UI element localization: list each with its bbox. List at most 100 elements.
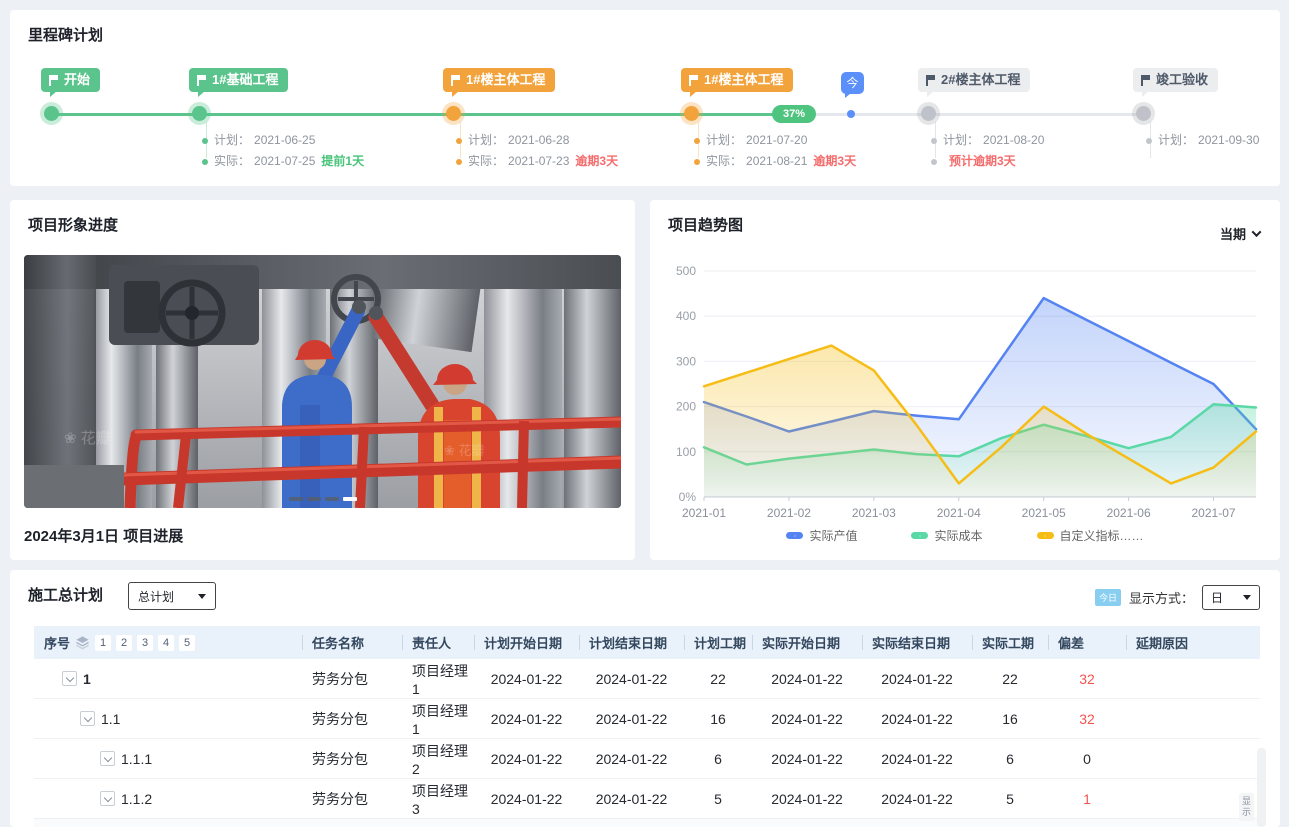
column-actual-days: 实际工期 xyxy=(972,626,1048,659)
level-button-5[interactable]: 5 xyxy=(179,635,195,651)
table-scrollbar[interactable] xyxy=(1257,748,1266,827)
owner-cell: 项目经理1 xyxy=(402,701,474,737)
period-dropdown[interactable]: 当期 xyxy=(1220,224,1260,243)
level-button-4[interactable]: 4 xyxy=(158,635,174,651)
detail-dot xyxy=(694,138,700,144)
milestone-flag-badge[interactable]: 1#楼主体工程 xyxy=(681,68,793,92)
chevron-down-icon xyxy=(1252,227,1262,237)
legend-label: 实际成本 xyxy=(934,527,982,544)
flag-icon xyxy=(49,75,59,86)
svg-text:0%: 0% xyxy=(679,490,697,504)
milestone-details: 计划： 2021-09-30 xyxy=(1146,130,1259,151)
layers-icon xyxy=(75,635,90,650)
trend-chart-canvas: 0%1002003004005002021-012021-022021-0320… xyxy=(660,252,1270,524)
legend-item-actual-output[interactable]: 实际产值 xyxy=(786,527,857,544)
legend-item-actual-cost[interactable]: 实际成本 xyxy=(911,527,982,544)
plan-type-select[interactable]: 总计划 xyxy=(128,582,216,610)
table-row[interactable]: 1 劳务分包 项目经理1 2024-01-22 2024-01-22 22 20… xyxy=(34,659,1260,699)
project-image-progress-card: 项目形象进度 xyxy=(10,200,635,560)
svg-text:2021-06: 2021-06 xyxy=(1107,506,1151,520)
flag-icon xyxy=(197,75,207,86)
owner-cell: 项目经理3 xyxy=(402,781,474,817)
detail-dot xyxy=(931,159,937,165)
svg-text:2021-07: 2021-07 xyxy=(1192,506,1236,520)
row-expander-icon[interactable] xyxy=(100,751,115,766)
carousel-dot[interactable] xyxy=(325,497,339,501)
svg-text:500: 500 xyxy=(676,264,696,278)
detail-value: 2021-07-23 xyxy=(508,151,569,172)
carousel-dot[interactable] xyxy=(307,497,321,501)
legend-item-custom-metric[interactable]: 自定义指标…… xyxy=(1037,527,1144,544)
detail-label: 计划： xyxy=(943,130,979,151)
column-seq: 序号 1 2 3 4 5 xyxy=(34,626,302,659)
table-row[interactable]: 1.1.1 劳务分包 项目经理2 2024-01-22 2024-01-22 6… xyxy=(34,739,1260,779)
column-plan-start: 计划开始日期 xyxy=(474,626,579,659)
detail-value: 2021-07-25 xyxy=(254,151,315,172)
table-row[interactable]: 1.1.2 劳务分包 项目经理3 2024-01-22 2024-01-22 5… xyxy=(34,779,1260,819)
plan-days-cell: 6 xyxy=(684,751,752,767)
row-expander-icon[interactable] xyxy=(80,711,95,726)
actual-start-cell: 2024-01-22 xyxy=(752,711,862,727)
table-row[interactable]: 1.1 劳务分包 项目经理1 2024-01-22 2024-01-22 16 … xyxy=(34,699,1260,739)
task-cell: 劳务分包 xyxy=(302,709,402,729)
actual-start-cell: 2024-01-22 xyxy=(752,751,862,767)
level-button-2[interactable]: 2 xyxy=(116,635,132,651)
milestone-flag-badge[interactable]: 1#楼主体工程 xyxy=(443,68,555,92)
svg-text:2021-04: 2021-04 xyxy=(937,506,981,520)
actual-end-cell: 2024-01-22 xyxy=(862,711,972,727)
milestone-details: 计划： 2021-07-20 实际： 2021-08-21 逾期3天 xyxy=(694,130,856,172)
plan-type-select-value: 总计划 xyxy=(138,588,174,605)
milestone-flag-badge[interactable]: 竣工验收 xyxy=(1133,68,1218,92)
svg-text:300: 300 xyxy=(676,354,696,368)
today-mini-badge[interactable]: 今日 xyxy=(1095,589,1121,606)
milestone-node xyxy=(921,106,936,121)
detail-dot xyxy=(456,159,462,165)
level-button-1[interactable]: 1 xyxy=(95,635,111,651)
side-vertical-tab[interactable]: 显示 xyxy=(1239,793,1254,821)
plan-start-cell: 2024-01-22 xyxy=(474,671,579,687)
detail-label: 实际： xyxy=(468,151,504,172)
carousel-dot-active[interactable] xyxy=(343,497,357,501)
actual-end-cell: 2024-01-22 xyxy=(862,751,972,767)
detail-label: 计划： xyxy=(706,130,742,151)
svg-text:2021-02: 2021-02 xyxy=(767,506,811,520)
row-expander-icon[interactable] xyxy=(100,791,115,806)
project-photo-image: ❀ 花瓣 ❀ 花瓣 xyxy=(24,255,621,508)
period-dropdown-value: 当期 xyxy=(1220,224,1246,243)
table-header-row: 序号 1 2 3 4 5 任务名称 责任人 计划开始日期 计划结束日期 计划工期… xyxy=(34,626,1260,659)
carousel-dot[interactable] xyxy=(289,497,303,501)
seq-value: 1.1.1 xyxy=(121,751,152,767)
schedule-card-title: 施工总计划 xyxy=(28,584,103,605)
display-mode-select[interactable]: 日 xyxy=(1202,585,1260,610)
carousel-indicators xyxy=(24,497,621,501)
milestone-flag-badge[interactable]: 2#楼主体工程 xyxy=(918,68,1030,92)
level-button-3[interactable]: 3 xyxy=(137,635,153,651)
flag-icon xyxy=(689,75,699,86)
project-photo[interactable]: ❀ 花瓣 ❀ 花瓣 xyxy=(24,255,621,508)
milestone-flag-badge[interactable]: 1#基础工程 xyxy=(189,68,288,92)
photo-card-title: 项目形象进度 xyxy=(28,214,118,235)
legend-marker xyxy=(1037,532,1054,539)
actual-days-cell: 22 xyxy=(972,671,1048,687)
column-actual-end: 实际结束日期 xyxy=(862,626,972,659)
detail-dot xyxy=(456,138,462,144)
row-expander-icon[interactable] xyxy=(62,671,77,686)
milestone-node xyxy=(192,106,207,121)
legend-label: 实际产值 xyxy=(809,527,857,544)
svg-text:2021-01: 2021-01 xyxy=(682,506,726,520)
photo-caption: 2024年3月1日 项目进展 xyxy=(24,525,183,546)
today-marker-dot xyxy=(847,110,855,118)
milestone-node xyxy=(446,106,461,121)
today-marker-badge: 今 xyxy=(841,72,864,94)
trend-card-title: 项目趋势图 xyxy=(668,214,743,235)
detail-dot xyxy=(1146,138,1152,144)
detail-dot xyxy=(202,159,208,165)
actual-days-cell: 16 xyxy=(972,711,1048,727)
milestone-flag-badge[interactable]: 开始 xyxy=(41,68,100,92)
detail-extra: 提前1天 xyxy=(321,151,364,172)
detail-value: 2021-08-21 xyxy=(746,151,807,172)
milestone-card-title: 里程碑计划 xyxy=(28,24,103,45)
detail-dot xyxy=(202,138,208,144)
seq-value: 1.1.2 xyxy=(121,791,152,807)
column-actual-start: 实际开始日期 xyxy=(752,626,862,659)
